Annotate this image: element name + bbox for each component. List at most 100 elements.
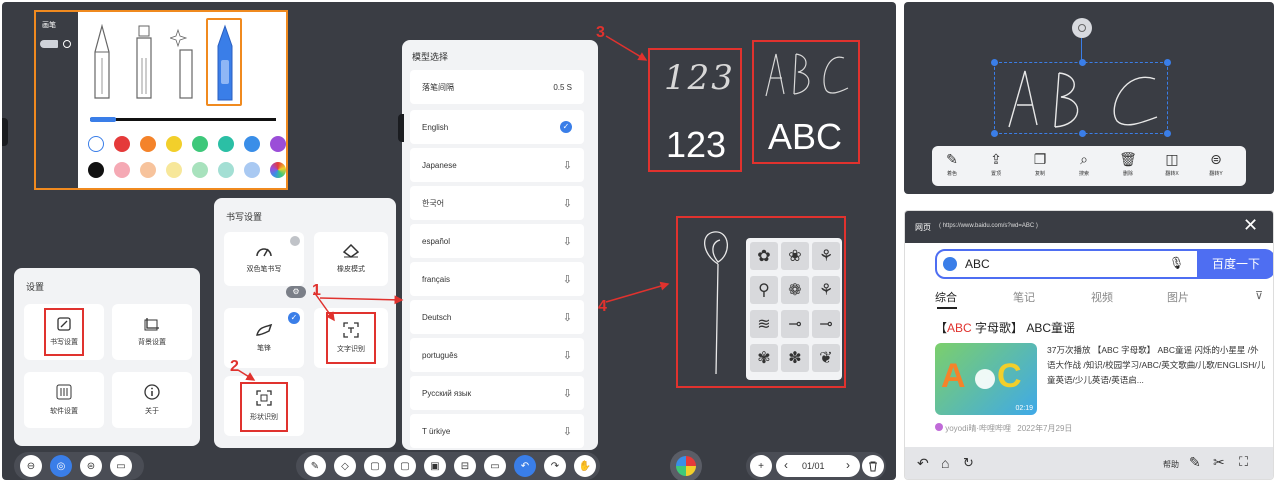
apps-grid-icon: [676, 456, 696, 476]
selection-tool-label: 复制: [1034, 171, 1045, 177]
bottom-left-tool-icon[interactable]: ◎: [50, 455, 72, 477]
web-title: 网页: [915, 223, 931, 232]
shape-suggestion-grid: ✿ ❀ ⚘ ⚲ ❁ ⚘ ≋ ⊸ ⊸ ✾ ✽ ❦: [746, 238, 842, 380]
shape-suggestion-icon[interactable]: ✾: [750, 344, 778, 372]
prev-page-button[interactable]: ‹: [784, 458, 788, 472]
selection-tool-button[interactable]: ❐ 复制: [1028, 150, 1052, 177]
web-tab[interactable]: 笔记: [1013, 289, 1035, 305]
bottom-center-tool-icon[interactable]: ▣: [424, 455, 446, 477]
selection-tool-button[interactable]: ⌕ 搜索: [1072, 150, 1096, 177]
cut-icon[interactable]: ✂: [1213, 454, 1225, 471]
bottom-center-tool-icon[interactable]: ↶: [514, 455, 536, 477]
web-header: 网页 ( https://www.baidu.com/s?wd=ABC ) ✕: [905, 211, 1273, 243]
result-title[interactable]: 【ABC 字母歌】 ABC童谣: [935, 319, 1075, 336]
bottom-center-tool-icon[interactable]: ⊟: [454, 455, 476, 477]
bottom-center-tool-icon[interactable]: ✎: [304, 455, 326, 477]
search-query[interactable]: ABC: [965, 257, 990, 271]
web-tab[interactable]: 视频: [1091, 289, 1113, 305]
recognized-digits: 123: [666, 124, 727, 165]
delete-page-button[interactable]: [862, 455, 884, 477]
pen-icon-web[interactable]: ✎: [1189, 454, 1201, 471]
trash-icon: [869, 461, 877, 471]
help-button[interactable]: 帮助: [1163, 459, 1179, 470]
play-icon[interactable]: [975, 369, 995, 389]
shape-suggestion-icon[interactable]: ✿: [750, 242, 778, 270]
left-edge-handle[interactable]: [2, 118, 8, 146]
bottom-center-tool-icon[interactable]: ↷: [544, 455, 566, 477]
shape-suggestion-icon[interactable]: ⊸: [781, 310, 809, 338]
shape-suggestion-icon[interactable]: ✽: [781, 344, 809, 372]
result-title-highlight: ABC: [947, 321, 972, 335]
handwritten-digits: 123: [664, 58, 735, 98]
capture-icon[interactable]: ⛶: [1239, 454, 1248, 470]
bottom-left-tool-icon[interactable]: ▭: [110, 455, 132, 477]
handwritten-abc: [765, 53, 849, 97]
handle-bm[interactable]: [1079, 130, 1086, 137]
bottom-center-tool-icon[interactable]: ▢: [364, 455, 386, 477]
selection-tool-icon: ✎: [946, 151, 958, 167]
selection-box[interactable]: [991, 59, 1171, 137]
shape-suggestion-icon[interactable]: ⚘: [812, 242, 840, 270]
selection-tool-label: 翻转Y: [1209, 171, 1223, 177]
shape-suggestion-icon[interactable]: ❁: [781, 276, 809, 304]
web-tab[interactable]: 图片: [1167, 289, 1189, 305]
shape-suggestion-icon[interactable]: ≋: [750, 310, 778, 338]
bottom-center-tool-icon[interactable]: ▭: [484, 455, 506, 477]
result-date: 2022年7月29日: [1017, 424, 1073, 433]
bottom-left-tool-icon[interactable]: ⊖: [20, 455, 42, 477]
selection-tool-button[interactable]: ⊜ 翻转Y: [1204, 150, 1228, 177]
next-page-button[interactable]: ›: [846, 458, 850, 472]
bottom-center-tool-icon[interactable]: ▢: [394, 455, 416, 477]
selection-canvas[interactable]: ✎ 着色 ⇪ 置顶 ❐ 复制 ⌕ 搜索 🗑 删除 ◫ 翻转X ⊜ 翻转Y: [904, 2, 1274, 194]
selection-tool-button[interactable]: ✎ 着色: [940, 150, 964, 177]
handle-br[interactable]: [1164, 130, 1171, 137]
refresh-icon[interactable]: ↻: [963, 455, 974, 471]
selection-tool-label: 着色: [946, 171, 957, 177]
shape-suggestion-icon[interactable]: ⚲: [750, 276, 778, 304]
selection-tool-icon: ⌕: [1080, 151, 1088, 167]
bottom-center-tool-icon[interactable]: ◇: [334, 455, 356, 477]
author-avatar: [935, 423, 943, 431]
shape-suggestion-icon[interactable]: ❀: [781, 242, 809, 270]
rotate-handle-icon[interactable]: [1072, 18, 1092, 38]
web-close-button[interactable]: ✕: [1243, 215, 1258, 236]
home-icon[interactable]: ⌂: [941, 455, 949, 471]
bottom-center-toolbar: ✎ ◇ ▢ ▢ ▣ ⊟ ▭ ↶ ↷ ✋: [296, 452, 600, 480]
selection-tool-button[interactable]: 🗑 删除: [1116, 150, 1140, 177]
web-bottom-bar: ↶ ⌂ ↻ 帮助 ✎ ✂ ⛶: [905, 447, 1273, 479]
bottom-left-tool-icon[interactable]: ⊜: [80, 455, 102, 477]
bottom-center-tool-icon[interactable]: ✋: [574, 455, 596, 477]
recognized-letters: ABC: [768, 116, 843, 157]
whiteboard-canvas[interactable]: 画笔 书写设置 双色笔书写 橡皮模式 ⚙ 笔锋 ✓ 文字识别 形状识别 设置 书…: [2, 2, 896, 480]
digits-recognition-box: 123 123: [648, 48, 742, 172]
back-icon[interactable]: ↶: [917, 455, 929, 472]
mic-icon[interactable]: 🎙: [1169, 256, 1184, 270]
selection-tool-button[interactable]: ◫ 翻转X: [1160, 150, 1184, 177]
video-thumbnail[interactable]: A C 02:19: [935, 343, 1037, 415]
selection-tool-label: 搜索: [1078, 171, 1089, 177]
search-button[interactable]: 百度一下: [1197, 249, 1273, 279]
handle-tr[interactable]: [1164, 59, 1171, 66]
shape-suggestion-icon[interactable]: ❦: [812, 344, 840, 372]
video-duration: 02:19: [1015, 405, 1033, 412]
result-meta: yoyodi晴·哔哩哔哩 2022年7月29日: [935, 423, 1072, 434]
web-tab[interactable]: 综合: [935, 289, 957, 305]
thumb-letters-c: C: [997, 357, 1022, 395]
mid-edge-handle[interactable]: [398, 114, 404, 142]
shape-suggestion-icon[interactable]: ⊸: [812, 310, 840, 338]
add-page-button[interactable]: +: [750, 455, 772, 477]
thumb-letters: A: [941, 357, 966, 395]
selection-tool-label: 删除: [1122, 171, 1133, 177]
search-bar[interactable]: ABC 🎙 百度一下: [935, 249, 1273, 279]
shape-suggestion-icon[interactable]: ⚘: [812, 276, 840, 304]
selected-handwritten-abc: [1008, 70, 1158, 128]
handle-tm[interactable]: [1079, 59, 1086, 66]
selection-tool-button[interactable]: ⇪ 置顶: [984, 150, 1008, 177]
selection-tool-icon: ❐: [1033, 151, 1047, 167]
result-title-rest: 字母歌】 ABC童谣: [971, 321, 1076, 335]
handle-tl[interactable]: [991, 59, 998, 66]
result-author: yoyodi晴·哔哩哔哩: [945, 424, 1012, 433]
apps-button[interactable]: [670, 450, 702, 480]
filter-icon[interactable]: ⊽: [1255, 289, 1263, 302]
handle-bl[interactable]: [991, 130, 998, 137]
